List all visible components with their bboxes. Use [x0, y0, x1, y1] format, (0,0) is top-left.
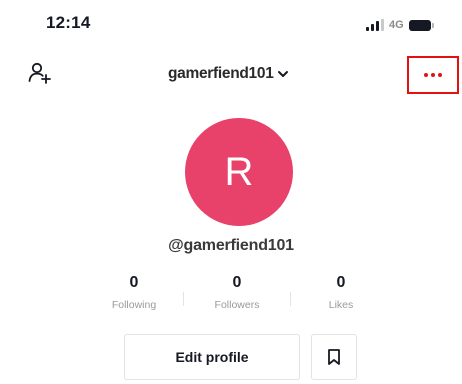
status-indicators: 4G: [366, 17, 434, 33]
stat-likes[interactable]: 0 Likes: [291, 274, 391, 311]
favorites-button[interactable]: [311, 334, 357, 380]
likes-label: Likes: [328, 299, 354, 311]
signal-bars-icon: [366, 19, 384, 31]
avatar[interactable]: R: [185, 118, 293, 226]
username: gamerfiend101: [168, 65, 274, 82]
add-person-icon: [28, 62, 51, 84]
profile-screen: 12:14 4G gamerfiend101 R @gamerfiend101: [0, 0, 462, 384]
profile-handle: @gamerfiend101: [168, 237, 294, 254]
followers-count: 0: [232, 274, 242, 291]
more-dots-icon: [424, 73, 442, 77]
following-count: 0: [129, 274, 139, 291]
avatar-initial: R: [224, 149, 254, 194]
network-type: 4G: [389, 19, 404, 31]
stat-divider: [183, 292, 184, 306]
stat-followers[interactable]: 0 Followers: [187, 274, 287, 311]
stat-following[interactable]: 0 Following: [84, 274, 184, 311]
following-label: Following: [111, 299, 157, 311]
followers-label: Followers: [214, 299, 260, 311]
status-time: 12:14: [46, 13, 91, 32]
likes-count: 0: [336, 274, 346, 291]
account-switcher[interactable]: gamerfiend101: [168, 64, 289, 84]
more-options-button[interactable]: [407, 56, 459, 94]
battery-icon: [408, 19, 434, 31]
bookmark-icon: [328, 349, 340, 365]
edit-profile-button[interactable]: Edit profile: [124, 334, 300, 380]
add-friend-button[interactable]: [25, 58, 55, 88]
chevron-down-icon: [277, 71, 288, 77]
